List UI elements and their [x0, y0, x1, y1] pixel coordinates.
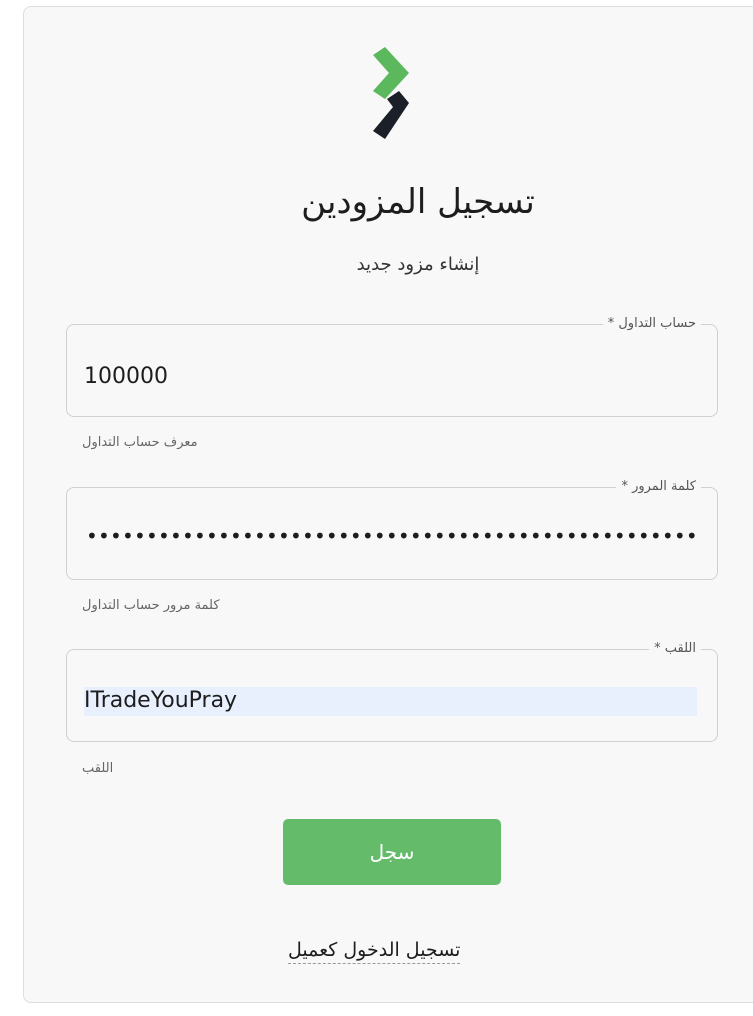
nickname-label: اللقب * — [649, 640, 701, 658]
register-button[interactable]: سجل — [283, 819, 501, 885]
registration-card: تسجيل المزودين إنشاء مزود جديد حساب التد… — [23, 6, 753, 1003]
page-title: تسجيل المزودين — [301, 182, 535, 222]
trading-account-label: حساب التداول * — [602, 315, 701, 333]
password-field[interactable]: كلمة المرور * ••••••••••••••••••••••••••… — [66, 478, 718, 580]
page-subtitle: إنشاء مزود جديد — [356, 254, 480, 275]
trading-account-input[interactable]: 100000 — [84, 363, 168, 391]
trading-account-helper: معرف حساب التداول — [82, 435, 198, 450]
nickname-field[interactable]: اللقب * ITradeYouPray — [66, 640, 718, 742]
password-input[interactable]: ••••••••••••••••••••••••••••••••••••••••… — [86, 528, 698, 544]
nickname-helper: اللقب — [82, 761, 114, 776]
login-as-client-link[interactable]: تسجيل الدخول كعميل — [288, 939, 461, 964]
nickname-input[interactable]: ITradeYouPray — [84, 687, 697, 716]
password-label: كلمة المرور * — [616, 478, 701, 496]
password-helper: كلمة مرور حساب التداول — [82, 598, 220, 613]
chevron-logo-icon — [373, 47, 409, 139]
trading-account-field[interactable]: حساب التداول * 100000 — [66, 315, 718, 417]
